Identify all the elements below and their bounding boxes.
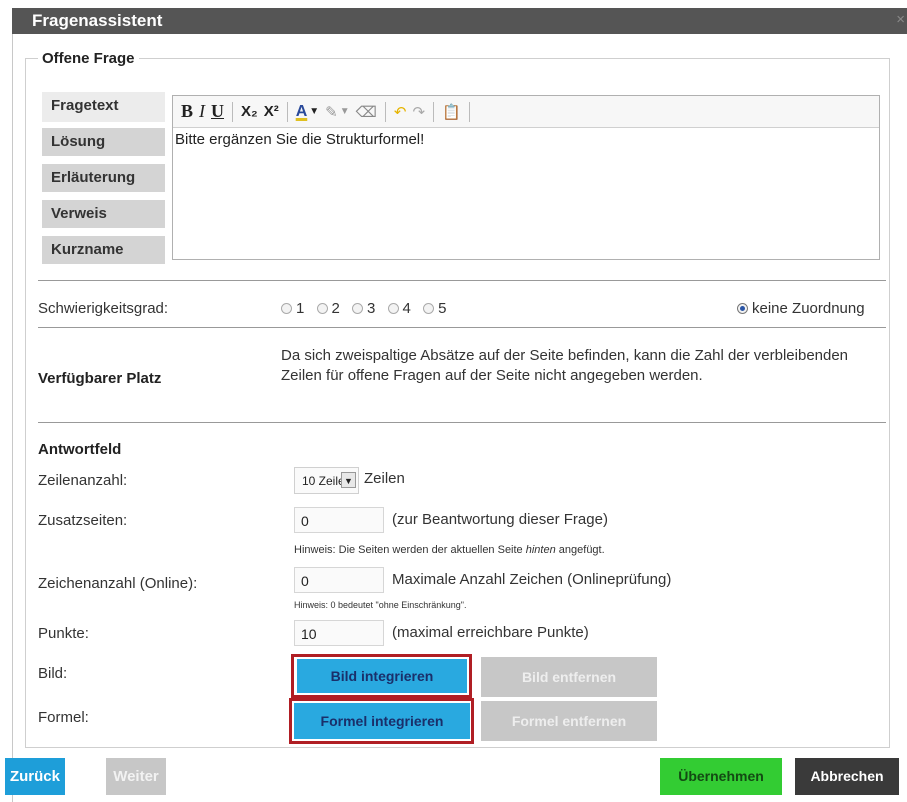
toolbar-separator [433, 101, 435, 122]
chars-note: Maximale Anzahl Zeichen (Onlineprüfung) [392, 571, 672, 588]
chevron-down-icon: ▼ [309, 106, 320, 117]
font-color-icon: A [295, 102, 308, 120]
radio-label: 4 [402, 300, 411, 317]
bold-button[interactable]: B [181, 101, 193, 122]
toolbar-separator [232, 101, 234, 122]
rich-text-editor[interactable]: B I U X₂ X² A ▼ ✎ ▼ ⌫ ↶ ↷ 📋 Bitte ergänz… [172, 95, 880, 260]
radio-label: keine Zuordnung [752, 300, 865, 317]
chevron-down-icon[interactable]: ▼ [341, 472, 356, 488]
radio-label: 1 [296, 300, 305, 317]
subscript-button[interactable]: X₂ [241, 103, 258, 120]
dialog-title-bar: Fragenassistent × [12, 8, 907, 34]
formula-label: Formel: [38, 709, 89, 726]
tab-verweis[interactable]: Verweis [42, 200, 165, 228]
radio-label: 2 [331, 300, 340, 317]
extra-pages-note: (zur Beantwortung dieser Frage) [392, 511, 608, 528]
cancel-button[interactable]: Abbrechen [795, 758, 899, 795]
tab-erlaeuterung[interactable]: Erläuterung [42, 164, 165, 192]
paste-icon[interactable]: 📋 [442, 103, 461, 121]
radio-label: 3 [367, 300, 376, 317]
rows-select-value: 10 Zeilen [302, 474, 342, 488]
formula-remove-button[interactable]: Formel entfernen [481, 701, 657, 741]
close-icon[interactable]: × [896, 11, 905, 28]
points-note: (maximal erreichbare Punkte) [392, 624, 589, 641]
back-button[interactable]: Zurück [5, 758, 65, 795]
rows-select[interactable]: 10 Zeilen ▼ [294, 467, 359, 494]
italic-button[interactable]: I [199, 101, 205, 122]
superscript-button[interactable]: X² [264, 103, 279, 120]
divider [38, 280, 886, 281]
radio-icon [423, 302, 435, 314]
difficulty-radio-1[interactable]: 1 [281, 300, 304, 317]
highlighter-icon: ✎ [325, 103, 338, 121]
tab-fragetext[interactable]: Fragetext [42, 92, 165, 122]
clear-format-icon[interactable]: ⌫ [356, 103, 377, 121]
extra-pages-hint: Hinweis: Die Seiten werden der aktuellen… [294, 544, 605, 556]
redo-icon[interactable]: ↷ [412, 103, 425, 121]
radio-icon [316, 302, 328, 314]
editor-content[interactable]: Bitte ergänzen Sie die Strukturformel! [173, 128, 879, 151]
rows-label: Zeilenanzahl: [38, 472, 128, 489]
underline-button[interactable]: U [211, 101, 224, 122]
image-remove-button[interactable]: Bild entfernen [481, 657, 657, 697]
divider [38, 422, 886, 423]
difficulty-radio-5[interactable]: 5 [423, 300, 446, 317]
extra-pages-label: Zusatzseiten: [38, 512, 128, 529]
available-space-label: Verfügbarer Platz [38, 370, 162, 387]
radio-selected-icon [737, 302, 748, 314]
points-input[interactable]: 10 [294, 620, 384, 646]
rows-unit: Zeilen [364, 470, 405, 487]
highlight-button[interactable]: ✎ ▼ [325, 103, 349, 121]
difficulty-label: Schwierigkeitsgrad: [38, 300, 169, 317]
next-button[interactable]: Weiter [106, 758, 166, 795]
difficulty-radio-none[interactable]: keine Zuordnung [737, 300, 865, 317]
chars-hint: Hinweis: 0 bedeutet "ohne Einschränkung"… [294, 600, 467, 610]
toolbar-separator [384, 101, 386, 122]
chars-input[interactable]: 0 [294, 567, 384, 593]
apply-button[interactable]: Übernehmen [660, 758, 782, 795]
divider [38, 327, 886, 328]
points-label: Punkte: [38, 625, 89, 642]
editor-toolbar: B I U X₂ X² A ▼ ✎ ▼ ⌫ ↶ ↷ 📋 [173, 96, 879, 128]
hint-text: Hinweis: Die Seiten werden der aktuellen… [294, 544, 526, 556]
chevron-down-icon: ▼ [339, 106, 350, 117]
dialog-title: Fragenassistent [32, 11, 163, 30]
image-add-button[interactable]: Bild integrieren [297, 659, 467, 693]
chars-label: Zeichenanzahl (Online): [38, 575, 198, 592]
tab-loesung[interactable]: Lösung [42, 128, 165, 156]
difficulty-radio-group: 1 2 3 4 5 [281, 300, 454, 317]
radio-icon [352, 302, 364, 314]
undo-icon[interactable]: ↶ [394, 103, 407, 121]
hint-text: angefügt. [555, 544, 605, 556]
answer-field-heading: Antwortfeld [38, 441, 122, 458]
available-space-text: Da sich zweispaltige Absätze auf der Sei… [281, 347, 849, 384]
font-color-button[interactable]: A ▼ [296, 103, 319, 121]
image-label: Bild: [38, 665, 68, 682]
hint-emphasis: hinten [525, 544, 556, 556]
section-title: Offene Frage [38, 50, 139, 67]
difficulty-radio-3[interactable]: 3 [352, 300, 375, 317]
extra-pages-input[interactable]: 0 [294, 507, 384, 533]
toolbar-separator [468, 101, 470, 122]
difficulty-radio-4[interactable]: 4 [387, 300, 411, 317]
tab-kurzname[interactable]: Kurzname [42, 236, 165, 264]
radio-label: 5 [438, 300, 447, 317]
difficulty-radio-2[interactable]: 2 [316, 300, 340, 317]
radio-icon [281, 302, 292, 314]
radio-icon [387, 302, 399, 314]
formula-add-button[interactable]: Formel integrieren [294, 703, 470, 739]
toolbar-separator [286, 101, 288, 122]
